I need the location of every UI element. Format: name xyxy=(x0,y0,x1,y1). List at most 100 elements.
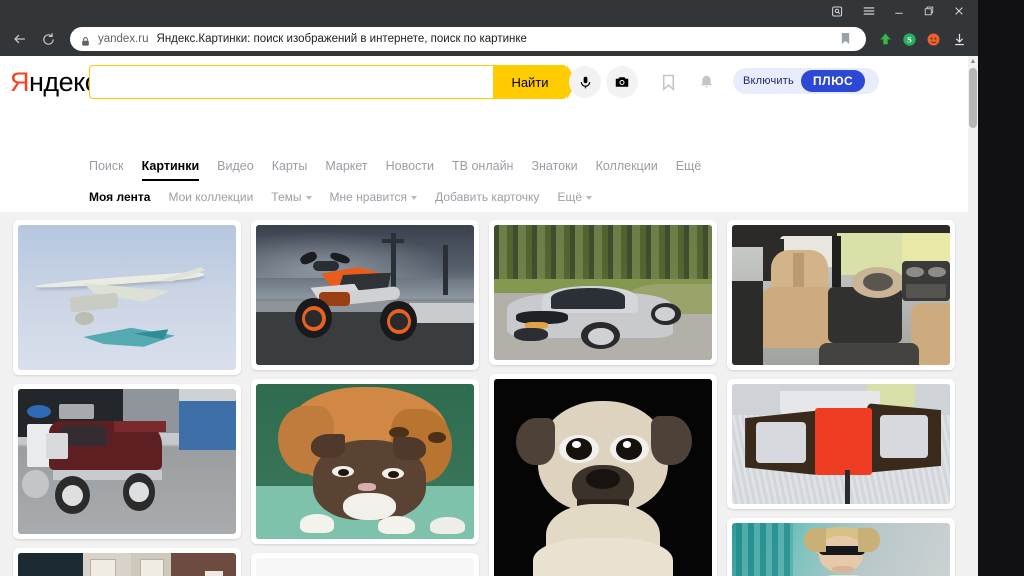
logo-rest: ндекс xyxy=(29,67,98,97)
scrollbar-up-arrow[interactable]: ▲ xyxy=(968,56,978,66)
nav-tab-4[interactable]: Карты xyxy=(272,159,308,173)
image-lifted-pickup-truck xyxy=(18,389,236,534)
card-woman-sunglasses[interactable] xyxy=(727,518,955,576)
address-domain: yandex.ru xyxy=(98,33,149,45)
nav-tab-label: Коллекции xyxy=(595,159,658,173)
card-lifted-pickup-truck[interactable] xyxy=(13,384,241,539)
nav-tab-label: Карты xyxy=(271,159,308,173)
search-input[interactable] xyxy=(89,65,493,99)
yandex-logo[interactable]: Яндекс xyxy=(10,67,98,98)
image-pug-puppy xyxy=(494,379,712,576)
image-supermoto-motorcycle xyxy=(256,225,474,365)
sub-nav-item-5[interactable]: Добавить карточку xyxy=(435,190,539,204)
back-arrow-icon[interactable] xyxy=(6,25,34,53)
search-area: Найти xyxy=(89,65,577,99)
service-nav-tabs: Поиск Картинки Видео Карты Маркет Новости ТВ о… xyxy=(89,156,702,181)
nav-tab-2[interactable]: Картинки xyxy=(141,159,199,181)
browser-toolbar: yandex.ru Яндекс.Картинки: поиск изображ… xyxy=(0,22,978,56)
maximize-icon[interactable] xyxy=(914,0,944,22)
nav-tab-8[interactable]: Знатоки xyxy=(531,159,577,173)
yandex-header: Яндекс Найти Включить ПЛЮС Поиск Картинк… xyxy=(0,56,968,204)
browser-window: yandex.ru Яндекс.Картинки: поиск изображ… xyxy=(0,0,978,576)
close-icon[interactable] xyxy=(944,0,974,22)
sub-nav-label: Добавить карточку xyxy=(435,190,540,204)
sub-nav-label: Мне нравится xyxy=(329,190,408,204)
nav-tab-label: Новости xyxy=(385,159,435,173)
feed-column-1 xyxy=(13,220,241,576)
card-supermoto-motorcycle[interactable] xyxy=(251,220,479,370)
voice-search-icon[interactable] xyxy=(569,66,601,98)
page-content: Яндекс Найти Включить ПЛЮС Поиск Картинк… xyxy=(0,56,968,576)
skype-extension[interactable]: S xyxy=(898,25,920,53)
minimize-icon[interactable] xyxy=(884,0,914,22)
nav-tab-7[interactable]: ТВ онлайн xyxy=(452,159,513,173)
hamburger-icon[interactable] xyxy=(854,0,884,22)
image-range-rover xyxy=(18,553,236,576)
svg-text:S: S xyxy=(907,34,912,44)
search-submit-button[interactable]: Найти xyxy=(493,65,577,99)
sub-nav-label: Ещё xyxy=(557,190,582,204)
nav-tab-label: Маркет xyxy=(325,159,368,173)
nav-tab-label: Знатоки xyxy=(531,159,578,173)
bookmark-star-icon[interactable] xyxy=(840,32,852,46)
chevron-down-icon xyxy=(305,196,312,200)
plus-prefix-label: Включить xyxy=(743,75,794,87)
image-feed xyxy=(0,212,968,576)
card-range-rover[interactable] xyxy=(13,548,241,576)
browser-title-bar xyxy=(0,0,978,22)
tab-search-icon[interactable] xyxy=(822,0,852,22)
feed-column-3 xyxy=(489,220,717,576)
yandex-plus-button[interactable]: Включить ПЛЮС xyxy=(733,68,880,94)
card-dog-and-cat[interactable] xyxy=(251,379,479,544)
nav-tab-6[interactable]: Новости xyxy=(386,159,434,173)
image-search-icon[interactable] xyxy=(606,66,638,98)
window-controls xyxy=(822,0,974,22)
image-wooden-bow-tie xyxy=(732,384,950,504)
card-supersonic-bomber[interactable] xyxy=(13,220,241,375)
nav-tab-3[interactable]: Видео xyxy=(217,159,254,173)
nav-tab-label: Видео xyxy=(217,159,254,173)
sub-nav-item-1[interactable]: Моя лента xyxy=(89,190,150,204)
screen: yandex.ru Яндекс.Картинки: поиск изображ… xyxy=(0,0,1024,576)
sub-nav-label: Темы xyxy=(271,190,302,204)
image-dog-and-cat xyxy=(256,384,474,539)
download-manager-extension[interactable] xyxy=(874,25,896,53)
downloads-icon[interactable] xyxy=(946,25,972,53)
nav-tab-5[interactable]: Маркет xyxy=(325,159,367,173)
card-placeholder-bottom[interactable] xyxy=(251,553,479,576)
sub-nav-item-4[interactable]: Мне нравится xyxy=(330,190,418,204)
page-viewport: Яндекс Найти Включить ПЛЮС Поиск Картинк… xyxy=(0,56,978,576)
nav-tab-label: Ещё xyxy=(675,159,702,173)
sub-nav-item-6[interactable]: Ещё xyxy=(557,190,592,204)
sub-nav-item-3[interactable]: Темы xyxy=(271,190,312,204)
chevron-down-icon xyxy=(411,196,418,200)
feed-column-4 xyxy=(727,220,955,576)
image-car-interior xyxy=(732,225,950,365)
image-placeholder-bottom xyxy=(256,558,474,576)
notifications-bell-icon[interactable] xyxy=(693,66,719,98)
nav-tab-9[interactable]: Коллекции xyxy=(596,159,658,173)
collections-bookmark-icon[interactable] xyxy=(655,66,681,98)
chevron-down-icon xyxy=(586,196,592,200)
scrollbar-thumb[interactable] xyxy=(969,68,977,128)
orange-extension[interactable] xyxy=(922,25,944,53)
nav-tab-label: ТВ онлайн xyxy=(452,159,514,173)
lock-icon xyxy=(80,34,91,46)
feed-column-2 xyxy=(251,220,479,576)
image-woman-sunglasses xyxy=(732,523,950,576)
address-bar[interactable]: yandex.ru Яндекс.Картинки: поиск изображ… xyxy=(70,27,866,51)
image-silver-supercar xyxy=(494,225,712,360)
nav-tab-1[interactable]: Поиск xyxy=(89,159,124,173)
sub-nav-label: Мои коллекции xyxy=(168,190,254,204)
card-car-interior[interactable] xyxy=(727,220,955,370)
reload-icon[interactable] xyxy=(34,25,62,53)
image-supersonic-bomber xyxy=(18,225,236,370)
card-silver-supercar[interactable] xyxy=(489,220,717,365)
nav-tab-label: Поиск xyxy=(89,159,124,173)
sub-nav-item-2[interactable]: Мои коллекции xyxy=(168,190,253,204)
nav-tab-10[interactable]: Ещё xyxy=(676,159,702,173)
page-scrollbar[interactable]: ▲ xyxy=(968,56,978,576)
card-wooden-bow-tie[interactable] xyxy=(727,379,955,509)
card-pug-puppy[interactable] xyxy=(489,374,717,576)
logo-ya: Я xyxy=(10,67,30,97)
